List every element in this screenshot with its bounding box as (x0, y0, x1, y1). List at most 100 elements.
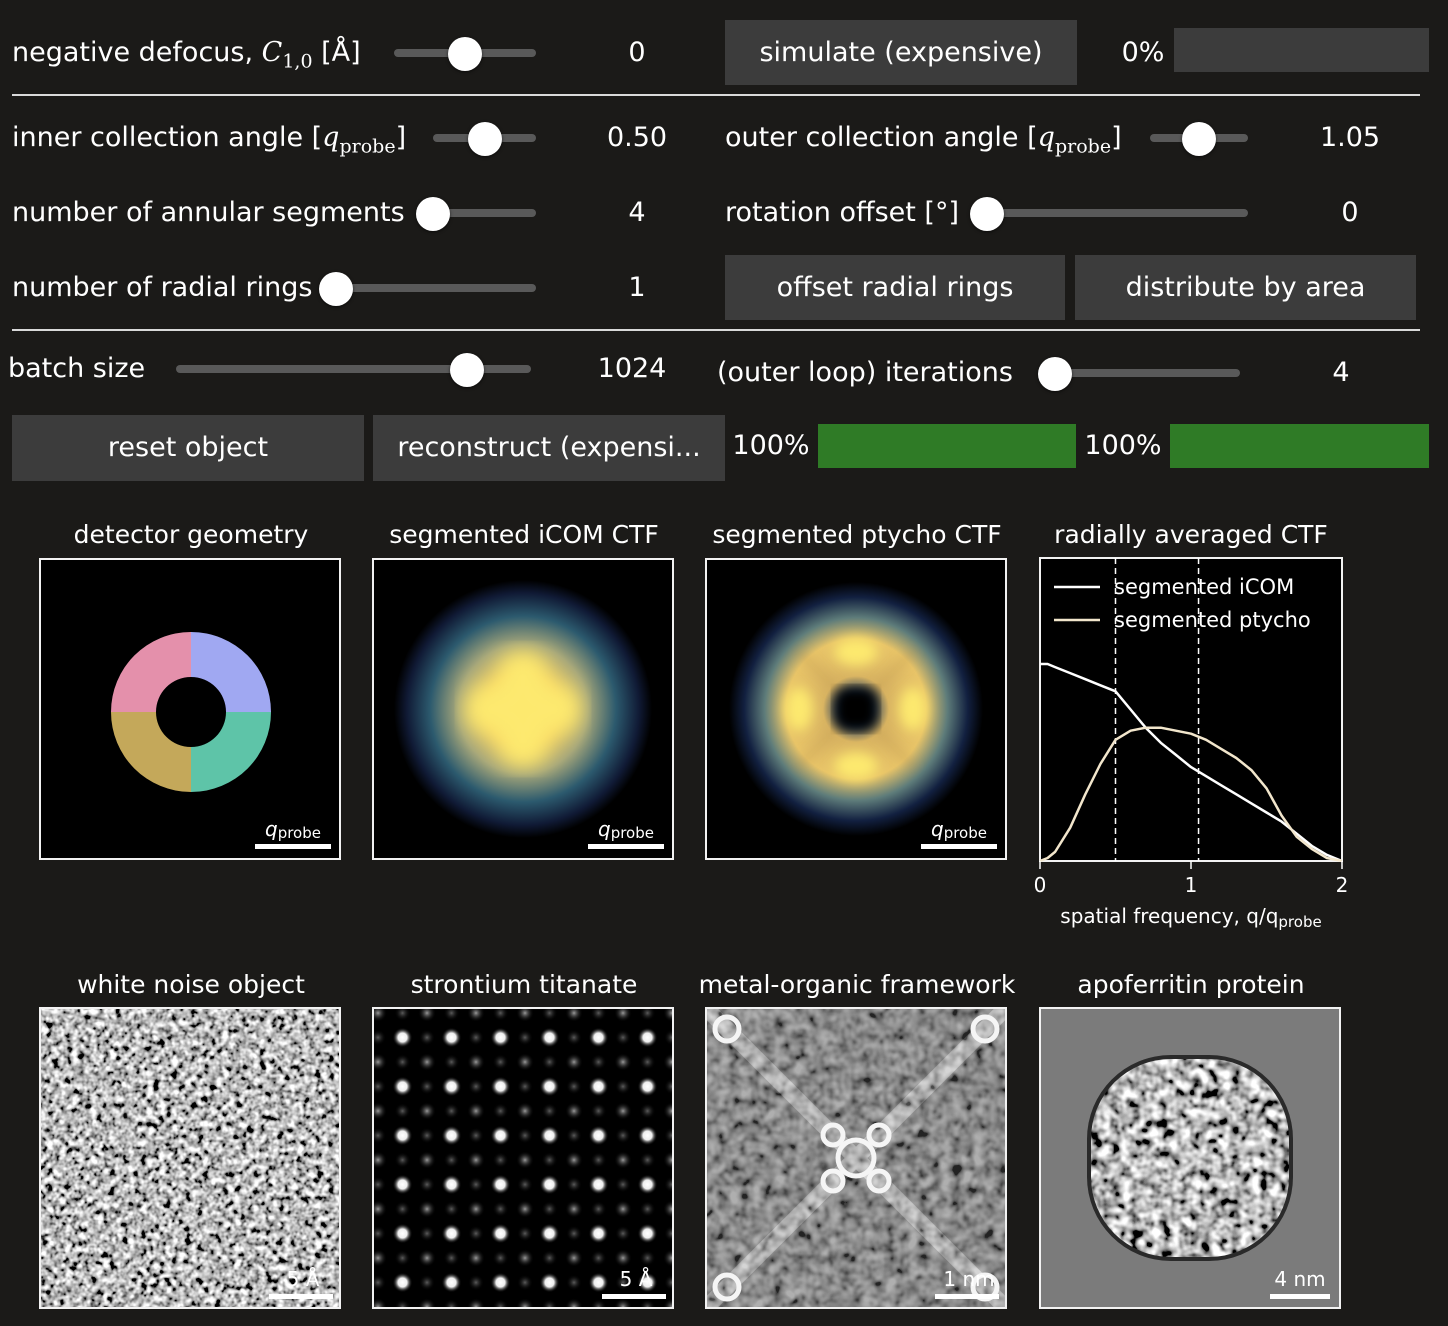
iterations-slider[interactable] (1038, 355, 1240, 391)
atom-column (418, 1151, 436, 1169)
atom-column (419, 1127, 435, 1144)
atom-column (639, 1152, 656, 1168)
scalebar-label: qprobe (265, 817, 321, 842)
rings-slider[interactable] (319, 270, 536, 306)
atom-column (639, 1201, 656, 1217)
rotation-slider[interactable] (970, 195, 1248, 231)
progress-1-text: 100% (732, 430, 810, 461)
ptycho-ctf-title: segmented ptycho CTF (712, 520, 1002, 549)
atom-column (590, 1152, 607, 1168)
atom-column (588, 1076, 609, 1097)
atom-column (392, 1174, 413, 1195)
atom-column (468, 1274, 484, 1291)
atom-column (441, 1174, 462, 1195)
atom-column (443, 1103, 460, 1119)
ptycho-ctf-panel: qprobe (705, 558, 1007, 860)
slider-knob[interactable] (1038, 357, 1072, 391)
atom-column (588, 1027, 609, 1048)
atom-column (517, 1176, 533, 1193)
outer-angle-value: 1.05 (1319, 122, 1381, 153)
atom-column (639, 1250, 656, 1266)
atom-column (566, 1127, 582, 1144)
atom-column (490, 1272, 511, 1293)
offset-radial-rings-button[interactable]: offset radial rings (725, 255, 1065, 320)
chart-xlabel: spatial frequency, q/qprobe (1060, 904, 1321, 931)
mof-panel: 1 nm (705, 1007, 1007, 1309)
atom-column (639, 1054, 656, 1070)
scalebar (602, 1294, 666, 1299)
atom-column (615, 1225, 631, 1242)
slider-knob[interactable] (970, 197, 1004, 231)
outer-angle-slider[interactable] (1150, 120, 1248, 156)
apoferritin-panel: 4 nm (1039, 1007, 1341, 1309)
inner-angle-slider[interactable] (433, 120, 536, 156)
scalebar-label: 5 Å (620, 1267, 653, 1291)
atom-column (394, 1054, 411, 1070)
atom-column (614, 1102, 632, 1120)
outer-angle-label: outer collection angle [qprobe] (725, 122, 1122, 158)
atom-column (637, 1174, 658, 1195)
atom-column (565, 1053, 583, 1071)
atom-column (614, 1151, 632, 1169)
simulate-progress-text: 0% (1121, 37, 1165, 68)
atom-column (539, 1125, 560, 1146)
atom-column (565, 1200, 583, 1218)
atom-column (539, 1027, 560, 1048)
rings-label: number of radial rings (12, 272, 313, 303)
atom-column (467, 1053, 485, 1071)
slider-knob[interactable] (1182, 122, 1216, 156)
simulate-progress-bar (1174, 28, 1429, 72)
iterations-value: 4 (1332, 357, 1350, 388)
legend-label: segmented ptycho (1114, 608, 1311, 632)
atom-column (565, 1102, 583, 1120)
atom-column (517, 1274, 533, 1291)
scalebar-label: qprobe (598, 817, 654, 842)
atom-column (588, 1223, 609, 1244)
inner-angle-value: 0.50 (606, 122, 668, 153)
scalebar (588, 844, 664, 849)
atom-column (419, 1176, 435, 1193)
atom-column (637, 1027, 658, 1048)
atom-column (468, 1176, 484, 1193)
atom-column (419, 1078, 435, 1095)
atom-column (394, 1201, 411, 1217)
atom-column (614, 1249, 632, 1267)
atom-column (539, 1174, 560, 1195)
slider-knob[interactable] (319, 272, 353, 306)
scalebar (935, 1294, 999, 1299)
detector-segment (111, 712, 191, 792)
slider-knob[interactable] (448, 37, 482, 71)
atom-column (394, 1152, 411, 1168)
chart-xtick-label: 0 (1034, 873, 1047, 897)
scalebar-label: 1 nm (943, 1267, 994, 1291)
atom-column (590, 1250, 607, 1266)
icom-ctf-panel: qprobe (372, 558, 674, 860)
atom-column (615, 1127, 631, 1144)
legend-label: segmented iCOM (1114, 575, 1294, 599)
defocus-slider[interactable] (394, 35, 536, 71)
atom-column (441, 1223, 462, 1244)
batch-size-slider[interactable] (176, 351, 531, 387)
slider-knob[interactable] (467, 122, 502, 156)
reconstruct-button[interactable]: reconstruct (expensi... (373, 415, 725, 481)
scalebar (255, 844, 331, 849)
atom-column (467, 1200, 485, 1218)
white-noise-panel: 5 Å (39, 1007, 341, 1309)
chart-xtick-label: 1 (1185, 873, 1198, 897)
atom-column (541, 1250, 558, 1266)
segments-slider[interactable] (416, 195, 536, 231)
atom-column (639, 1103, 656, 1119)
atom-column (590, 1103, 607, 1119)
iterations-label: (outer loop) iterations (717, 357, 1013, 388)
simulate-button[interactable]: simulate (expensive) (725, 20, 1077, 85)
slider-knob[interactable] (416, 197, 450, 231)
rings-value: 1 (628, 272, 646, 303)
atom-column (516, 1151, 534, 1169)
progress-2-bar (1170, 424, 1429, 468)
atom-column (541, 1152, 558, 1168)
slider-knob[interactable] (450, 353, 485, 387)
reset-object-button[interactable]: reset object (12, 415, 364, 481)
atom-column (541, 1201, 558, 1217)
distribute-by-area-button[interactable]: distribute by area (1075, 255, 1416, 320)
atom-column (419, 1029, 435, 1046)
